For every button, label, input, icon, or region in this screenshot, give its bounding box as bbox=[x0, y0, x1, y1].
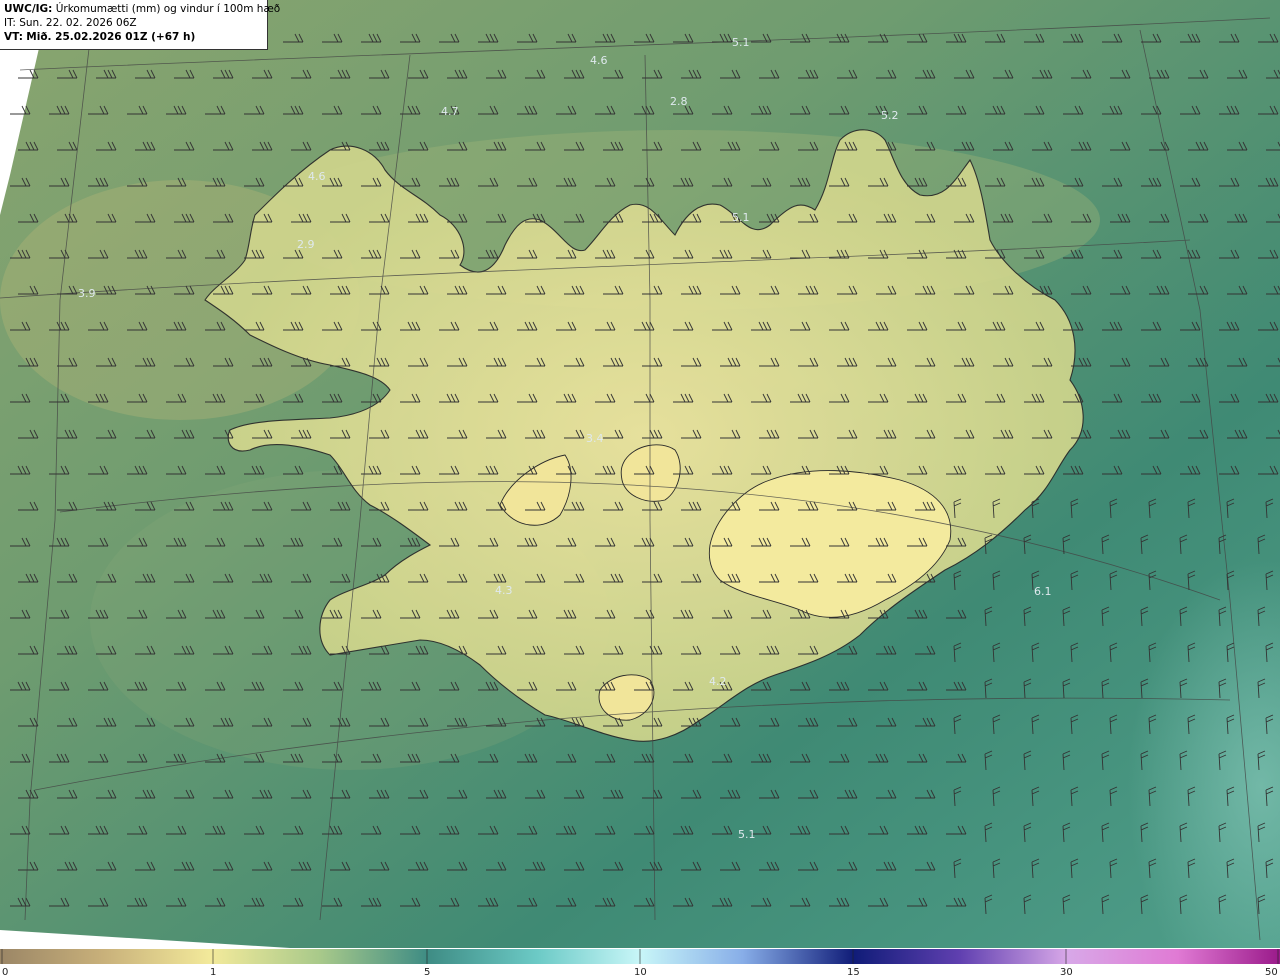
max-label: 4.7 bbox=[441, 105, 459, 118]
colorbar-tick: 5 bbox=[424, 967, 430, 978]
max-label: 4.3 bbox=[495, 584, 513, 597]
max-label: 2.9 bbox=[297, 238, 315, 251]
product-title: Úrkomumætti (mm) og vindur í 100m hæð bbox=[55, 3, 281, 15]
max-label: 5.2 bbox=[881, 109, 899, 122]
colorbar-tick: 0 bbox=[2, 967, 8, 978]
max-label: 3.9 bbox=[78, 287, 96, 300]
max-label: 6.1 bbox=[1034, 585, 1052, 598]
colorbar-tick: 15 bbox=[847, 967, 860, 978]
max-label: 5.1 bbox=[732, 36, 750, 49]
colorbar-tick: 1 bbox=[210, 967, 216, 978]
colorbar-tick: 10 bbox=[634, 967, 647, 978]
max-label: 2.8 bbox=[670, 95, 688, 108]
forecast-map: 5.1 4.6 2.8 4.7 5.2 4.6 5.1 2.9 3.9 3.4 … bbox=[0, 0, 1280, 978]
vt-code: VT: bbox=[4, 31, 23, 43]
max-label: 4.2 bbox=[709, 675, 727, 688]
max-label: 4.6 bbox=[590, 54, 608, 67]
colorbar-tick: 30 bbox=[1060, 967, 1073, 978]
initial-time: IT: Sun. 22. 02. 2026 06Z bbox=[4, 17, 137, 29]
model-code: UWC/IG: bbox=[4, 3, 53, 15]
colorbar-tick: 50 bbox=[1265, 967, 1278, 978]
map-viewer: 5.1 4.6 2.8 4.7 5.2 4.6 5.1 2.9 3.9 3.4 … bbox=[0, 0, 1280, 978]
max-label: 3.4 bbox=[586, 432, 604, 445]
title-line: UWC/IG: Úrkomumætti (mm) og vindur í 100… bbox=[4, 2, 280, 16]
max-label: 4.6 bbox=[308, 170, 326, 183]
max-label: 5.1 bbox=[738, 828, 756, 841]
valid-time: Mið. 25.02.2026 01Z (+67 h) bbox=[26, 31, 196, 43]
forecast-info-box: UWC/IG: Úrkomumætti (mm) og vindur í 100… bbox=[0, 0, 280, 50]
valid-time-line: VT: Mið. 25.02.2026 01Z (+67 h) bbox=[4, 30, 263, 44]
max-label: 5.1 bbox=[732, 211, 750, 224]
